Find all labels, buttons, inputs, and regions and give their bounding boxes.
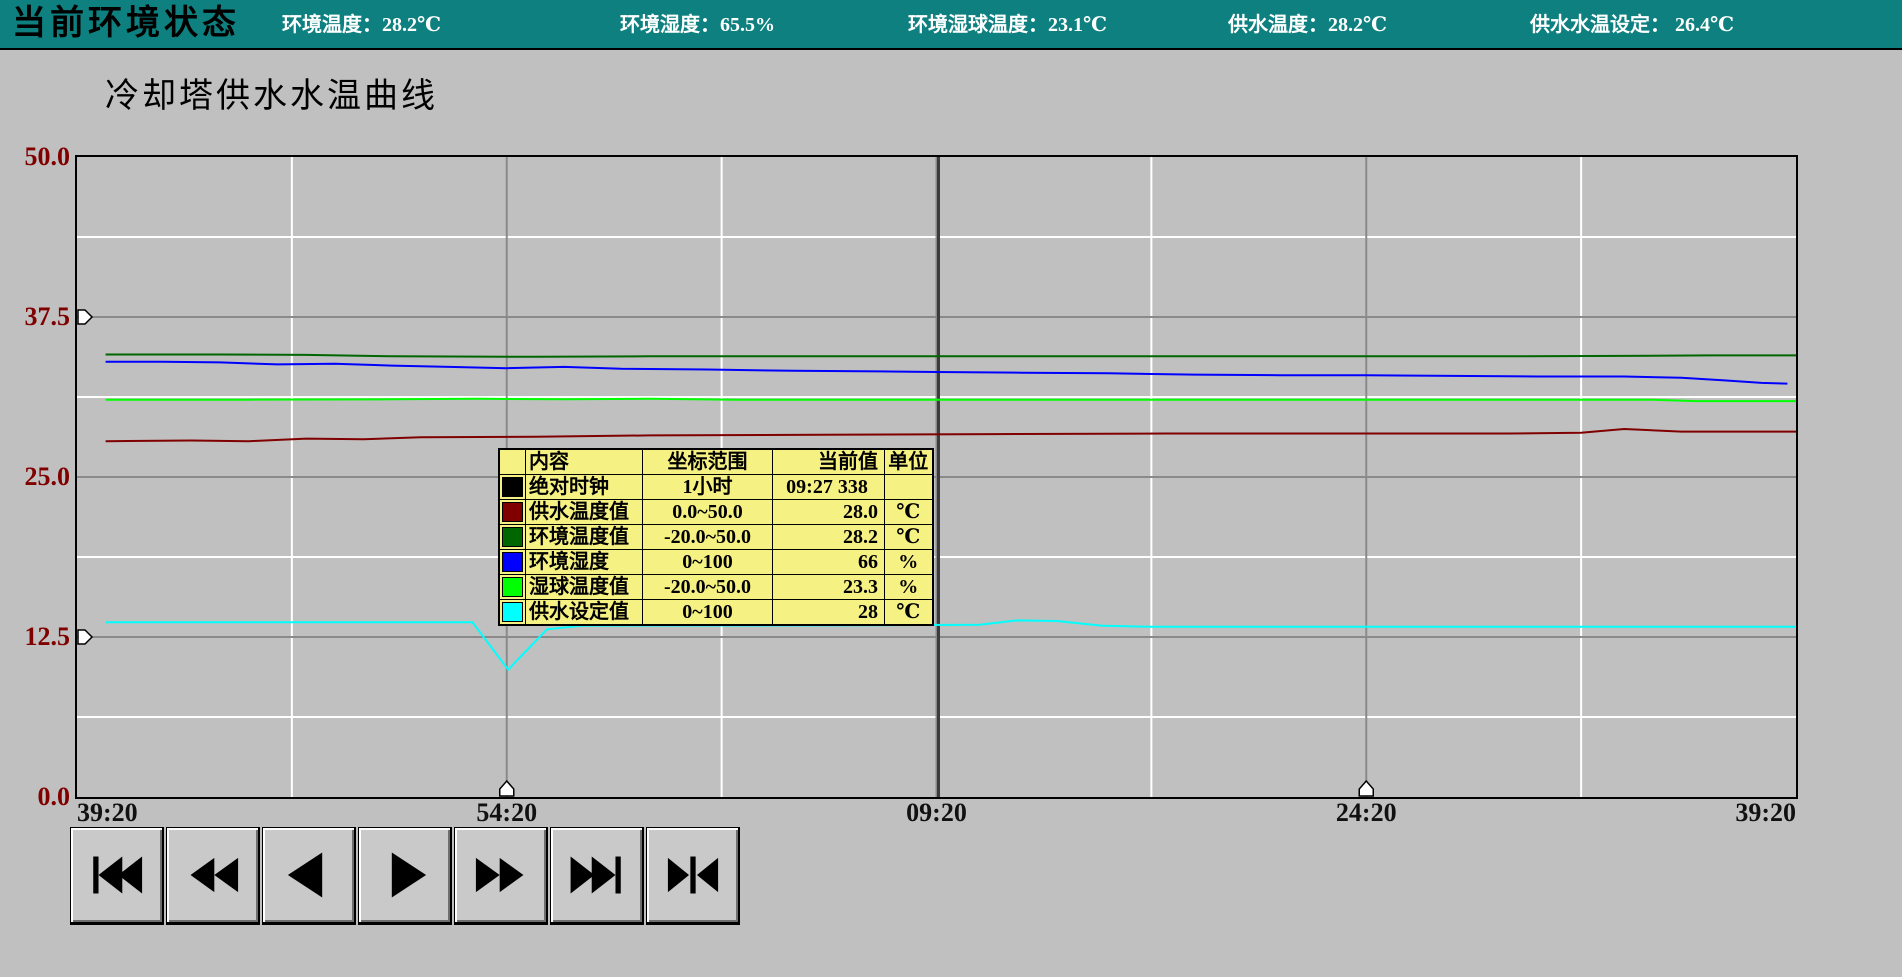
double-left-icon <box>180 842 246 908</box>
legend-table: 内容坐标范围当前值单位绝对时钟1小时09:27 338供水温度值0.0~50.0… <box>498 448 934 626</box>
legend-cell: 0~100 <box>643 600 773 626</box>
legend-cell: 0~100 <box>643 550 773 575</box>
series-color-swatch <box>502 577 523 597</box>
bar-double-left-icon <box>84 842 150 908</box>
legend-swatch-cell <box>499 500 526 525</box>
skip-to-start-button[interactable] <box>70 827 164 925</box>
series-color-swatch <box>502 602 523 622</box>
readout-环境温度: 环境温度：28.2℃ <box>282 0 441 48</box>
fast-rewind-button[interactable] <box>166 827 260 925</box>
right-bar-left-icon <box>660 842 726 908</box>
legend-swatch-cell <box>499 575 526 600</box>
legend-cell: % <box>885 575 933 600</box>
legend-cell: 供水温度值 <box>526 500 643 525</box>
trend-canvas <box>77 157 1796 797</box>
legend-cell: -20.0~50.0 <box>643 525 773 550</box>
legend-swatch-cell <box>499 449 526 475</box>
double-right-bar-icon <box>564 842 630 908</box>
legend-cell: 环境温度值 <box>526 525 643 550</box>
legend-header: 坐标范围 <box>643 449 773 475</box>
hmi-screen: 当前环境状态 环境温度：28.2℃ 环境湿度：65.5% 环境湿球温度：23.1℃ 供… <box>0 0 1902 977</box>
legend-row: 绝对时钟1小时09:27 338 <box>499 475 933 500</box>
y-tick-label: 50.0 <box>0 142 70 172</box>
right-icon <box>372 842 438 908</box>
x-scale-marker[interactable] <box>1359 781 1373 796</box>
legend-row: 环境温度值-20.0~50.028.2℃ <box>499 525 933 550</box>
y-scale-marker[interactable] <box>78 310 92 324</box>
readout-供水温度: 供水温度：28.2℃ <box>1228 0 1387 48</box>
legend-cell: 供水设定值 <box>526 600 643 626</box>
legend-cell: ℃ <box>885 600 933 626</box>
playback-controls <box>70 827 740 925</box>
trend-plot[interactable] <box>75 155 1798 799</box>
y-tick-label: 12.5 <box>0 622 70 652</box>
double-right-icon <box>468 842 534 908</box>
legend-cell: 环境湿度 <box>526 550 643 575</box>
x-tick-label: 09:20 <box>877 799 997 827</box>
legend-header: 当前值 <box>773 449 885 475</box>
series-环境湿度 <box>106 362 1788 384</box>
legend-cell: -20.0~50.0 <box>643 575 773 600</box>
legend-cell: 绝对时钟 <box>526 475 643 500</box>
y-tick-label: 0.0 <box>0 782 70 812</box>
page-title: 冷却塔供水水温曲线 <box>105 68 438 117</box>
y-scale-marker[interactable] <box>78 630 92 644</box>
step-forward-button[interactable] <box>358 827 452 925</box>
x-tick-label: 39:20 <box>1718 799 1796 827</box>
x-scale-marker[interactable] <box>500 781 514 796</box>
series-供水设定值 <box>106 620 1796 669</box>
x-tick-label: 54:20 <box>447 799 567 827</box>
y-tick-label: 37.5 <box>0 302 70 332</box>
step-back-button[interactable] <box>262 827 356 925</box>
series-湿球温度值 <box>106 399 1796 401</box>
series-color-swatch <box>502 477 523 497</box>
status-bar-title: 当前环境状态 <box>12 0 240 48</box>
legend-row: 环境湿度0~10066% <box>499 550 933 575</box>
legend-cell: 28.2 <box>773 525 885 550</box>
status-bar: 当前环境状态 环境温度：28.2℃ 环境湿度：65.5% 环境湿球温度：23.1℃ 供… <box>0 0 1902 50</box>
readout-环境湿度: 环境湿度：65.5% <box>620 0 775 48</box>
series-环境温度值 <box>106 355 1796 357</box>
readout-环境湿球温度: 环境湿球温度：23.1℃ <box>908 0 1107 48</box>
go-to-current-button[interactable] <box>646 827 740 925</box>
readout-供水水温设定: 供水水温设定： 26.4℃ <box>1530 0 1734 48</box>
legend-cell: 28.0 <box>773 500 885 525</box>
legend-cell: ℃ <box>885 525 933 550</box>
x-tick-label: 39:20 <box>77 799 138 827</box>
legend-cell: ℃ <box>885 500 933 525</box>
legend-swatch-cell <box>499 550 526 575</box>
series-供水温度值 <box>106 429 1796 441</box>
legend-header: 内容 <box>526 449 643 475</box>
legend-cell: % <box>885 550 933 575</box>
legend-cell: 23.3 <box>773 575 885 600</box>
legend-cell <box>885 475 933 500</box>
series-color-swatch <box>502 502 523 522</box>
y-tick-label: 25.0 <box>0 462 70 492</box>
fast-forward-button[interactable] <box>454 827 548 925</box>
legend-cell: 09:27 338 <box>773 475 885 500</box>
left-icon <box>276 842 342 908</box>
legend-row: 湿球温度值-20.0~50.023.3% <box>499 575 933 600</box>
legend-swatch-cell <box>499 600 526 626</box>
x-tick-label: 24:20 <box>1306 799 1426 827</box>
legend-swatch-cell <box>499 525 526 550</box>
legend-header: 单位 <box>885 449 933 475</box>
legend-row: 供水设定值0~10028℃ <box>499 600 933 626</box>
legend-cell: 66 <box>773 550 885 575</box>
legend-swatch-cell <box>499 475 526 500</box>
legend-cell: 1小时 <box>643 475 773 500</box>
skip-to-end-button[interactable] <box>550 827 644 925</box>
legend-row: 供水温度值0.0~50.028.0℃ <box>499 500 933 525</box>
legend-cell: 湿球温度值 <box>526 575 643 600</box>
series-color-swatch <box>502 527 523 547</box>
legend-cell: 0.0~50.0 <box>643 500 773 525</box>
series-color-swatch <box>502 552 523 572</box>
legend-cell: 28 <box>773 600 885 626</box>
legend-header-row: 内容坐标范围当前值单位 <box>499 449 933 475</box>
